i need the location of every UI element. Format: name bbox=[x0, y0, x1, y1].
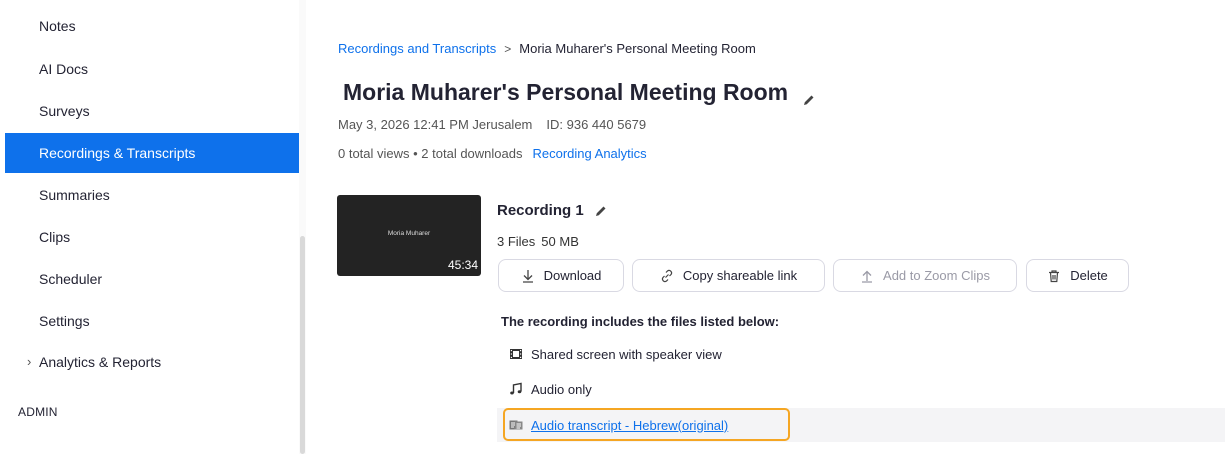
file-label: Audio only bbox=[531, 381, 592, 397]
download-button[interactable]: Download bbox=[498, 259, 624, 292]
breadcrumb-current: Moria Muharer's Personal Meeting Room bbox=[519, 41, 756, 56]
sidebar-item-label: Settings bbox=[39, 313, 90, 329]
recording-size: 50 MB bbox=[541, 234, 579, 249]
sidebar-item-clips[interactable]: Clips bbox=[5, 217, 299, 257]
trash-icon bbox=[1049, 269, 1060, 282]
recording-analytics-link[interactable]: Recording Analytics bbox=[533, 146, 647, 161]
meeting-datetime: May 3, 2026 12:41 PM Jerusalem bbox=[338, 117, 533, 132]
sidebar-item-label: Analytics & Reports bbox=[39, 354, 162, 370]
edit-title-pencil-icon[interactable] bbox=[802, 86, 816, 105]
breadcrumb-parent-link[interactable]: Recordings and Transcripts bbox=[338, 41, 496, 56]
files-heading: The recording includes the files listed … bbox=[501, 314, 780, 329]
download-icon bbox=[522, 269, 533, 283]
sidebar-item-analytics-reports[interactable]: › Analytics & Reports bbox=[5, 342, 299, 382]
main-content: Recordings and Transcripts > Moria Muhar… bbox=[307, 0, 1225, 454]
page-title-row: Moria Muharer's Personal Meeting Room bbox=[343, 79, 816, 106]
delete-label: Delete bbox=[1070, 268, 1108, 283]
sidebar-item-ai-docs[interactable]: AI Docs bbox=[5, 49, 299, 89]
link-icon bbox=[661, 269, 672, 282]
file-item-audio-transcript[interactable]: Audio transcript - Hebrew(original) bbox=[497, 408, 1225, 442]
music-note-icon bbox=[510, 382, 522, 395]
file-item-audio-only[interactable]: Audio only bbox=[497, 372, 1225, 406]
sidebar: Notes AI Docs Surveys Recordings & Trans… bbox=[0, 0, 306, 454]
sidebar-item-summaries[interactable]: Summaries bbox=[5, 175, 299, 215]
sidebar-item-label: Scheduler bbox=[39, 271, 103, 287]
breadcrumb: Recordings and Transcripts > Moria Muhar… bbox=[338, 41, 756, 56]
delete-button[interactable]: Delete bbox=[1026, 259, 1129, 292]
sidebar-item-label: Notes bbox=[39, 18, 76, 34]
edit-recording-pencil-icon[interactable] bbox=[594, 204, 608, 218]
sidebar-item-recordings-transcripts[interactable]: Recordings & Transcripts bbox=[5, 133, 299, 173]
meeting-meta: May 3, 2026 12:41 PM Jerusalem ID: 936 4… bbox=[338, 117, 646, 132]
copy-shareable-link-button[interactable]: Copy shareable link bbox=[632, 259, 825, 292]
sidebar-item-surveys[interactable]: Surveys bbox=[5, 91, 299, 131]
sidebar-item-settings[interactable]: Settings bbox=[5, 301, 299, 341]
add-to-zoom-clips-button[interactable]: Add to Zoom Clips bbox=[833, 259, 1017, 292]
sidebar-section-admin: ADMIN bbox=[18, 405, 58, 419]
sidebar-item-label: Clips bbox=[39, 229, 71, 245]
recording-duration: 45:34 bbox=[447, 258, 478, 272]
meeting-stats: 0 total views • 2 total downloads bbox=[338, 146, 523, 161]
sidebar-item-label: Surveys bbox=[39, 103, 90, 119]
recording-meta: 3 Files 50 MB bbox=[497, 234, 579, 249]
thumbnail-caption: Moria Muharer bbox=[387, 230, 431, 237]
audio-transcript-link[interactable]: Audio transcript - Hebrew(original) bbox=[531, 418, 728, 433]
transcript-icon bbox=[509, 420, 523, 430]
recording-thumbnail[interactable]: Moria Muharer 45:34 bbox=[337, 195, 481, 276]
upload-icon bbox=[862, 270, 873, 283]
sidebar-item-scheduler[interactable]: Scheduler bbox=[5, 259, 299, 299]
file-label: Shared screen with speaker view bbox=[531, 346, 722, 362]
video-file-icon bbox=[510, 349, 522, 359]
copy-link-label: Copy shareable link bbox=[682, 268, 798, 283]
meeting-id: ID: 936 440 5679 bbox=[546, 117, 647, 132]
breadcrumb-separator: > bbox=[504, 41, 512, 56]
file-item-shared-screen[interactable]: Shared screen with speaker view bbox=[497, 337, 1225, 371]
recording-title-row: Recording 1 bbox=[497, 202, 608, 219]
sidebar-item-notes[interactable]: Notes bbox=[5, 6, 299, 46]
add-clips-label: Add to Zoom Clips bbox=[883, 268, 990, 283]
page-title: Moria Muharer's Personal Meeting Room bbox=[343, 79, 789, 105]
sidebar-item-label: AI Docs bbox=[39, 61, 89, 77]
recording-file-count: 3 Files bbox=[497, 234, 536, 249]
sidebar-item-label: Recordings & Transcripts bbox=[39, 145, 196, 161]
meeting-stats-row: 0 total views • 2 total downloads Record… bbox=[338, 146, 647, 161]
sidebar-scrollbar-thumb[interactable] bbox=[300, 236, 305, 454]
download-label: Download bbox=[543, 268, 602, 283]
recording-title: Recording 1 bbox=[497, 202, 584, 219]
chevron-right-icon: › bbox=[27, 354, 32, 369]
sidebar-item-label: Summaries bbox=[39, 187, 110, 203]
